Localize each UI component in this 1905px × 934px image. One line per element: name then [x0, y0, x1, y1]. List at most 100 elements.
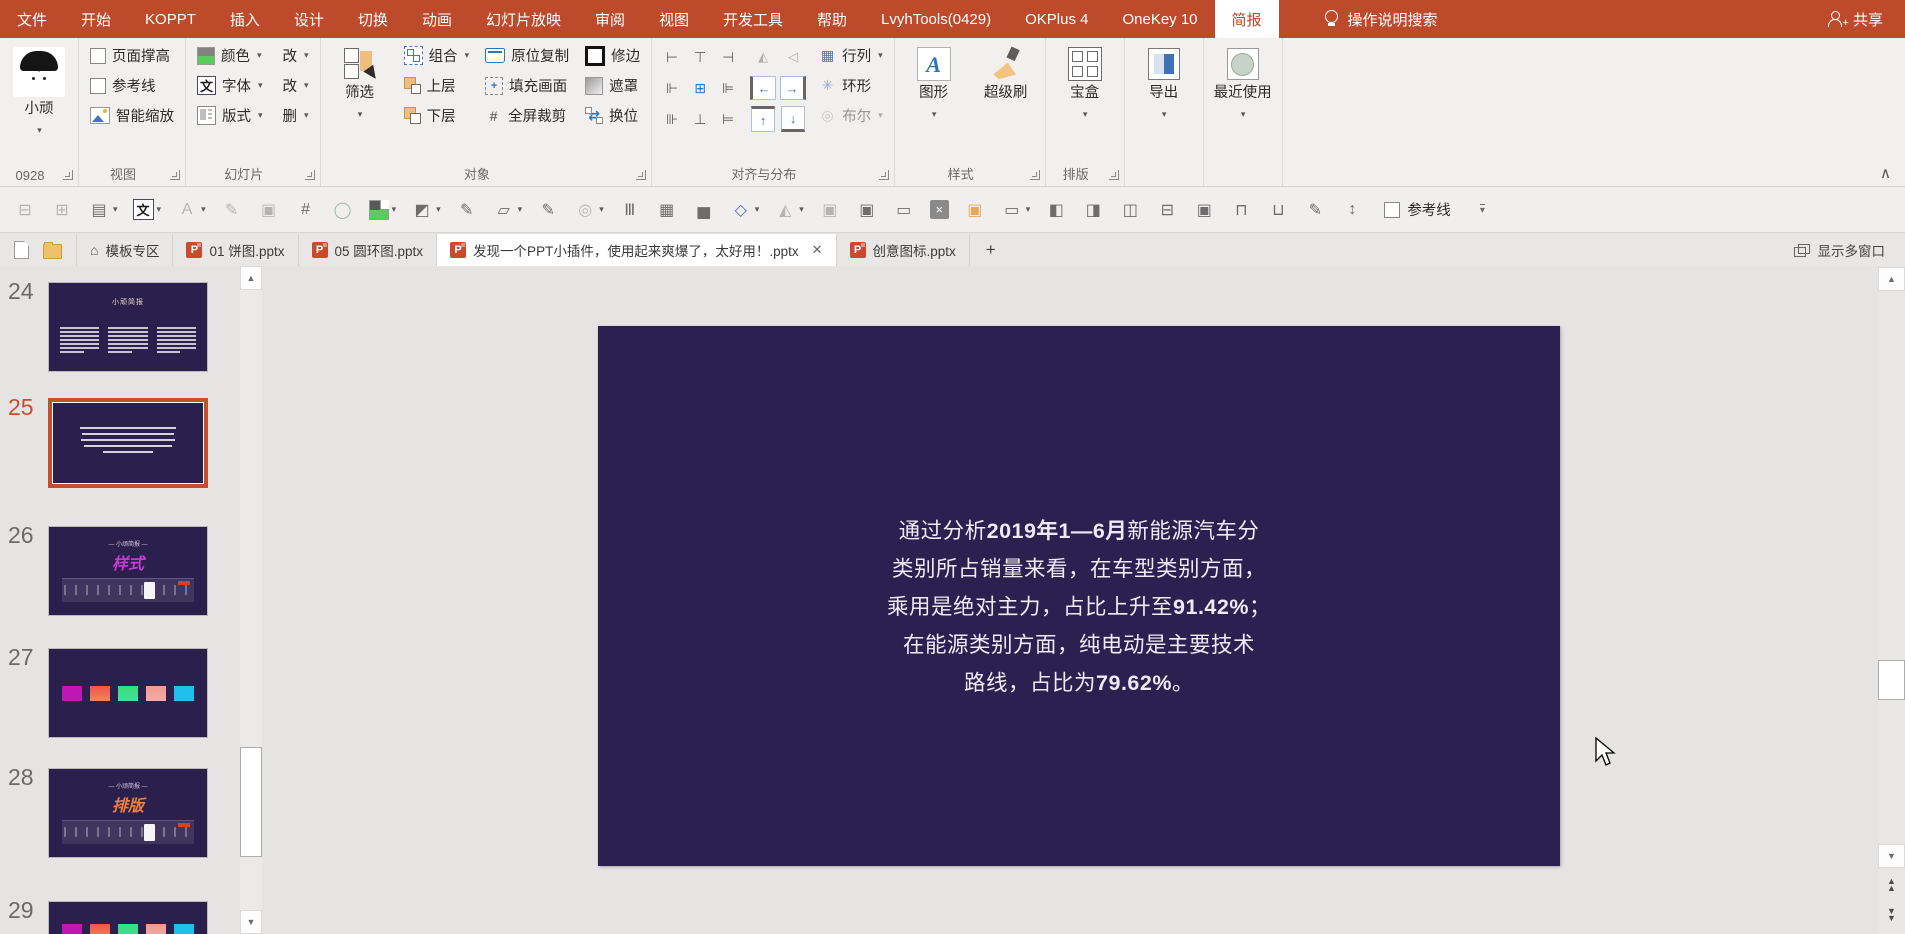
- font-color-button[interactable]: A ▾: [176, 199, 206, 221]
- 布尔-button[interactable]: ◎ 布尔 ▾: [816, 104, 886, 127]
- insert-shapes-button[interactable]: ◇ ▾: [730, 199, 760, 221]
- eyedropper-3-button[interactable]: ✎: [537, 199, 559, 221]
- 行列-button[interactable]: ▦ 行列 ▾: [816, 44, 886, 67]
- 字体-button[interactable]: 文字体 ▾: [194, 74, 266, 97]
- dialog-launcher-icon[interactable]: [63, 170, 73, 180]
- dialog-launcher-icon[interactable]: [304, 170, 315, 180]
- bar-chart-button[interactable]: ▅: [693, 199, 715, 221]
- 遮罩-button[interactable]: 遮罩: [582, 74, 643, 97]
- menu-tab-简报[interactable]: 简报: [1214, 0, 1279, 38]
- align-left-edge-button[interactable]: ◧: [1045, 199, 1067, 221]
- paint-bucket-button[interactable]: ◩ ▾: [411, 199, 441, 221]
- 参考线-button[interactable]: 参考线: [87, 74, 177, 97]
- format-brush-button[interactable]: ✎: [1304, 199, 1326, 221]
- 换位-button[interactable]: ⇄ 换位: [582, 104, 643, 127]
- thumbnail-scrollbar-thumb[interactable]: [240, 747, 262, 857]
- file-tab[interactable]: P 发现一个PPT小插件，使用起来爽爆了，太好用！.pptx ✕: [436, 234, 836, 266]
- dialog-launcher-icon[interactable]: [170, 170, 180, 180]
- previous-slide-button[interactable]: ▲ ▲: [1878, 872, 1905, 898]
- menu-tab-设计[interactable]: 设计: [277, 0, 341, 38]
- 颜色-button[interactable]: 颜色 ▾: [194, 44, 266, 67]
- show-multi-window-button[interactable]: 显示多窗口: [1793, 234, 1905, 266]
- file-tab[interactable]: P 创意图标.pptx: [835, 234, 969, 266]
- boolean-shapes-button[interactable]: ◎ ▾: [574, 199, 604, 221]
- move-left-edge-button[interactable]: ←: [750, 76, 777, 100]
- distribute-shapes-button[interactable]: ⊞: [51, 199, 73, 221]
- slide-text-block[interactable]: 通过分析2019年1—6月新能源汽车分 类别所占销量来看，在车型类别方面， 乘用是绝…: [887, 512, 1271, 702]
- 组合-button[interactable]: 组合 ▾: [401, 44, 473, 67]
- center-horizontal-button[interactable]: ◫: [1119, 199, 1141, 221]
- distribute-vertical-2-button[interactable]: ⊟: [1156, 199, 1178, 221]
- align-center-objects-button[interactable]: ⊣: [717, 46, 739, 68]
- open-folder-icon[interactable]: [43, 241, 62, 259]
- flip-horizontal-button[interactable]: ◭: [752, 46, 774, 68]
- menu-tab-幻灯片放映[interactable]: 幻灯片放映: [469, 0, 578, 38]
- eyedropper-button[interactable]: ✎: [221, 199, 243, 221]
- rotate-flip-button[interactable]: ◭ ▾: [774, 199, 804, 221]
- menu-tab-OneKey 10[interactable]: OneKey 10: [1105, 0, 1214, 38]
- guides-toggle[interactable]: 参考线: [1384, 199, 1451, 220]
- menu-tab-切换[interactable]: 切换: [341, 0, 405, 38]
- 筛选-button[interactable]: 筛选 ▾: [329, 44, 391, 123]
- 最近使用-button[interactable]: 最近使用 ▾: [1212, 44, 1274, 123]
- align-shapes-button[interactable]: ⊟: [14, 199, 36, 221]
- 改-button[interactable]: 改 ▾: [280, 44, 312, 67]
- 下层-button[interactable]: 下层: [401, 104, 473, 127]
- align-middle-objects-button[interactable]: ⊩: [661, 77, 683, 99]
- slide-thumbnail[interactable]: — 小顽简报 — 样式: [48, 526, 208, 616]
- move-right-edge-button[interactable]: →: [780, 76, 807, 100]
- menu-tab-开始[interactable]: 开始: [64, 0, 128, 38]
- filter-select-button[interactable]: ▣: [964, 199, 986, 221]
- text-box-button[interactable]: ▭: [893, 199, 915, 221]
- 导出-button[interactable]: 导出 ▾: [1133, 44, 1195, 123]
- font-wen-button[interactable]: 文 ▾: [132, 199, 161, 220]
- share-button[interactable]: + 共享: [1827, 0, 1905, 38]
- distribute-vertical-button[interactable]: ⊨: [717, 108, 739, 130]
- file-tab[interactable]: P 01 饼图.pptx: [172, 234, 297, 266]
- column-guides-button[interactable]: Ⅲ: [619, 199, 641, 221]
- 全屏裁剪-button[interactable]: # 全屏裁剪: [482, 104, 572, 127]
- menu-tab-开发工具[interactable]: 开发工具: [706, 0, 800, 38]
- 修边-button[interactable]: 修边: [582, 44, 643, 67]
- 图形-button[interactable]: A 图形 ▾: [903, 44, 965, 123]
- 环形-button[interactable]: ✳ 环形: [816, 74, 886, 97]
- menu-tab-OKPlus 4[interactable]: OKPlus 4: [1008, 0, 1105, 38]
- crop-box-button[interactable]: ▭ ▾: [1001, 199, 1030, 221]
- scroll-up-icon[interactable]: ▲: [1878, 267, 1905, 291]
- tell-me-search[interactable]: 操作说明搜索: [1324, 0, 1438, 38]
- layer-back-button[interactable]: ▣: [856, 199, 878, 221]
- 上层-button[interactable]: 上层: [401, 74, 473, 97]
- size-height-button[interactable]: ↕: [1341, 199, 1363, 221]
- 宝盒-button[interactable]: 宝盒 ▾: [1054, 44, 1116, 123]
- 小顽-button[interactable]: 小顽 ▾: [8, 44, 70, 139]
- scroll-down-icon[interactable]: ▼: [1878, 844, 1905, 868]
- 填充画面-button[interactable]: + 填充画面: [482, 74, 572, 97]
- slide-canvas[interactable]: 通过分析2019年1—6月新能源汽车分 类别所占销量来看，在车型类别方面， 乘用是绝…: [598, 326, 1560, 866]
- slide-thumbnail[interactable]: [48, 648, 208, 738]
- replace-picture-button[interactable]: ▣: [1193, 199, 1215, 221]
- 智能缩放-button[interactable]: 智能缩放: [87, 104, 177, 127]
- file-tab[interactable]: ⌂ 模板专区: [76, 234, 172, 266]
- menu-tab-帮助[interactable]: 帮助: [800, 0, 864, 38]
- move-bottom-edge-button[interactable]: ↓: [781, 106, 806, 132]
- align-top-edge-button[interactable]: ⊓: [1230, 199, 1252, 221]
- crop-sharp-button[interactable]: #: [295, 199, 317, 221]
- menu-tab-KOPPT[interactable]: KOPPT: [128, 0, 213, 38]
- eyedropper-2-button[interactable]: ✎: [456, 199, 478, 221]
- slide-thumbnail[interactable]: — 小顽简报 — 排版: [48, 768, 208, 858]
- file-tab[interactable]: P 05 圆环图.pptx: [297, 234, 437, 266]
- menu-tab-LvyhTools(0429)[interactable]: LvyhTools(0429): [864, 0, 1008, 38]
- distribute-horizontal-button[interactable]: ⊪: [661, 108, 683, 130]
- excel-x-button[interactable]: ×: [929, 200, 949, 219]
- menu-tab-动画[interactable]: 动画: [405, 0, 469, 38]
- menu-tab-文件[interactable]: 文件: [0, 0, 64, 38]
- table-edit-button[interactable]: ▦: [656, 199, 678, 221]
- slide-thumbnail[interactable]: [48, 398, 208, 488]
- text-style-button[interactable]: ▤ ▾: [88, 199, 117, 221]
- align-top-objects-button[interactable]: ⊤: [689, 46, 711, 68]
- move-top-edge-button[interactable]: ↑: [751, 106, 776, 132]
- align-right-objects-button[interactable]: ⊫: [717, 77, 739, 99]
- 原位复制-button[interactable]: 原位复制: [482, 44, 572, 67]
- edit-shape-button[interactable]: ▱ ▾: [493, 199, 523, 221]
- dialog-launcher-icon[interactable]: [1108, 170, 1119, 180]
